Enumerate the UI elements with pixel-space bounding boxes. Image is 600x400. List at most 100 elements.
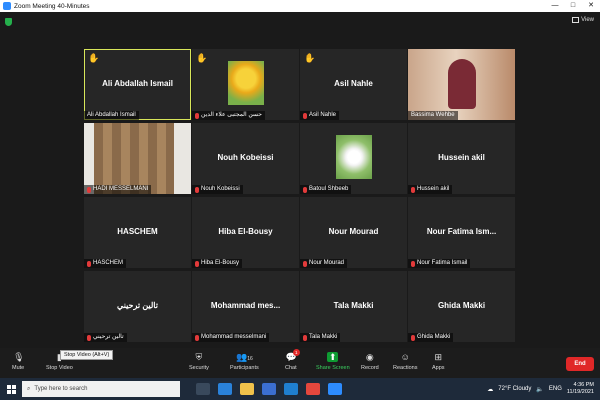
file-explorer-icon[interactable] (240, 383, 254, 395)
participant-label-text: Nour Fatima Ismail (417, 260, 468, 266)
clock[interactable]: 4:36 PM 11/19/2021 (567, 382, 594, 396)
participant-tile[interactable]: ✋ حسن المجتبى علاء الدين (192, 49, 299, 120)
participant-display-name: HASCHEM (117, 227, 158, 236)
participant-name-label: Nour Fatima Ismail (408, 259, 471, 268)
participant-label-text: HASCHEM (93, 260, 124, 266)
window-title: Zoom Meeting 40-Minutes (14, 2, 90, 10)
cloud-icon: ☁ (487, 386, 494, 393)
participant-tile[interactable]: Ali Abdallah Ismail ✋ Ali Abdallah Ismail (84, 49, 191, 120)
participant-display-name: تالين ترحيني (117, 301, 158, 310)
participant-tile[interactable]: Asil Nahle ✋ Asil Nahle (300, 49, 407, 120)
participant-display-name: Hussein akil (438, 153, 485, 162)
mail-icon[interactable] (284, 383, 298, 395)
participant-display-name: Hiba El-Bousy (218, 227, 273, 236)
chat-label: Chat (285, 365, 297, 371)
muted-mic-icon (195, 260, 199, 267)
participant-display-name: Mohammad mes... (210, 301, 281, 310)
muted-mic-icon (411, 186, 415, 193)
taskbar-search-box[interactable]: ⌕ Type here to search (22, 381, 180, 397)
raised-hand-icon: ✋ (304, 53, 316, 63)
muted-mic-icon (411, 334, 415, 341)
stop-video-tooltip: Stop Video (Alt+V) (60, 350, 114, 360)
muted-mic-icon (195, 186, 199, 193)
participant-tile[interactable]: Ghida Makki Ghida Makki (408, 271, 515, 342)
participant-gallery: Ali Abdallah Ismail ✋ Ali Abdallah Ismail ✋… (84, 49, 516, 343)
store-icon[interactable] (262, 383, 276, 395)
participant-video (408, 49, 515, 120)
zoom-taskbar-icon[interactable] (328, 383, 342, 395)
participant-name-label: Bassima Wehbe (408, 111, 458, 120)
share-arrow-icon: ⬆ (327, 352, 339, 362)
participant-video (94, 123, 174, 194)
participant-tile[interactable]: Hussein akil Hussein akil (408, 123, 515, 194)
participant-tile[interactable]: Nour Fatima Ism... Nour Fatima Ismail (408, 197, 515, 268)
mute-button[interactable]: 🎙 Mute (12, 352, 25, 371)
muted-mic-icon (303, 260, 307, 267)
participant-label-text: HADI MESSELMANI (93, 186, 149, 192)
participant-label-text: Ali Abdallah Ismail (87, 112, 136, 118)
participant-display-name: Ali Abdallah Ismail (102, 79, 173, 88)
system-tray: ☁ 72°F Cloudy 🔈 ENG 4:36 PM 11/19/2021 (487, 378, 594, 400)
view-button[interactable]: View (572, 17, 594, 23)
flower-avatar-image (336, 135, 372, 179)
participant-tile[interactable]: Batoul Shbeeb (300, 123, 407, 194)
grid-view-icon (572, 17, 580, 23)
participant-label-text: حسن المجتبى علاء الدين (201, 112, 262, 118)
participant-tile[interactable]: HASCHEM HASCHEM (84, 197, 191, 268)
security-button[interactable]: ⛨ Security (189, 352, 209, 371)
chat-badge: 1 (292, 349, 300, 356)
muted-mic-icon (195, 112, 199, 119)
participant-tile[interactable]: Nour Mourad Nour Mourad (300, 197, 407, 268)
participant-label-text: Hiba El-Bousy (201, 260, 240, 266)
share-screen-label: Share Screen (316, 365, 350, 371)
participant-tile[interactable]: HADI MESSELMANI (84, 123, 191, 194)
participant-tile[interactable]: Nouh Kobeissi Nouh Kobeissi (192, 123, 299, 194)
participant-name-label: Asil Nahle (300, 111, 340, 120)
chat-button[interactable]: 💬 1 Chat (285, 349, 300, 371)
volume-icon[interactable]: 🔈 (536, 386, 543, 393)
maximize-button[interactable]: □ (564, 0, 582, 12)
apps-button[interactable]: ⊞ Apps (432, 352, 445, 371)
participant-tile[interactable]: تالين ترحيني تالين ترحيني (84, 271, 191, 342)
task-view-icon[interactable] (196, 383, 210, 395)
chrome-icon[interactable] (306, 383, 320, 395)
muted-mic-icon (411, 260, 415, 267)
participant-tile[interactable]: Tala Makki Tala Makki (300, 271, 407, 342)
participant-name-label: Nour Mourad (300, 259, 348, 268)
start-button[interactable] (0, 378, 22, 400)
language-indicator[interactable]: ENG (549, 386, 562, 392)
record-button[interactable]: ◉ Record (361, 352, 379, 371)
emoji-plus-icon: ☺ (400, 352, 410, 362)
participant-tile[interactable]: Bassima Wehbe (408, 49, 515, 120)
participants-icon: 👥16 (235, 352, 253, 362)
participant-display-name: Nour Fatima Ism... (426, 227, 497, 236)
participant-tile[interactable]: Hiba El-Bousy Hiba El-Bousy (192, 197, 299, 268)
participant-name-label: Ghida Makki (408, 333, 454, 342)
muted-mic-icon (87, 260, 91, 267)
minimize-button[interactable]: — (546, 0, 564, 12)
chat-bubble-icon: 💬 1 (286, 349, 300, 362)
participant-label-text: Mohammad messelmani (201, 334, 267, 340)
close-button[interactable]: ✕ (582, 0, 600, 12)
window-title-bar: Zoom Meeting 40-Minutes — □ ✕ (0, 0, 600, 12)
participant-name-label: حسن المجتبى علاء الدين (192, 111, 265, 120)
participant-display-name: Asil Nahle (334, 79, 373, 88)
edge-icon[interactable] (218, 383, 232, 395)
reactions-button[interactable]: ☺ Reactions (393, 352, 417, 371)
participant-name-label: Hiba El-Bousy (192, 259, 243, 268)
share-screen-button[interactable]: ⬆ Share Screen (316, 352, 350, 371)
end-meeting-button[interactable]: End (566, 357, 594, 371)
stop-video-label: Stop Video (46, 365, 73, 371)
participant-tile[interactable]: Mohammad mes... Mohammad messelmani (192, 271, 299, 342)
record-label: Record (361, 365, 379, 371)
microphone-icon: 🎙 (13, 352, 25, 362)
weather-text[interactable]: 72°F Cloudy (498, 386, 531, 392)
security-shield-icon[interactable] (5, 18, 12, 26)
participants-button[interactable]: 👥16 Participants (230, 352, 259, 371)
pinned-apps (196, 383, 342, 395)
participant-name-label: Tala Makki (300, 333, 341, 342)
clock-date: 11/19/2021 (566, 389, 594, 395)
participant-label-text: Hussein akil (417, 186, 450, 192)
participant-label-text: Bassima Wehbe (411, 112, 455, 118)
search-placeholder: Type here to search (34, 386, 88, 392)
